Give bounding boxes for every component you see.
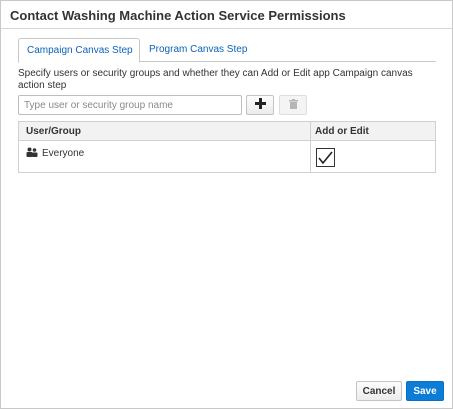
- save-button[interactable]: Save: [406, 381, 444, 401]
- instructions-text: Specify users or security groups and whe…: [18, 68, 413, 91]
- user-group-name: Everyone: [42, 148, 85, 159]
- user-group-search-input[interactable]: [18, 95, 242, 115]
- tab-bar: Campaign Canvas Step Program Canvas Step: [18, 38, 436, 63]
- group-icon: [26, 147, 38, 160]
- add-user-group-button[interactable]: [246, 95, 274, 115]
- cancel-button[interactable]: Cancel: [356, 381, 402, 401]
- table-header: User/Group Add or Edit: [19, 122, 435, 141]
- permissions-dialog: Contact Washing Machine Action Service P…: [0, 0, 453, 409]
- column-header-add-or-edit[interactable]: Add or Edit: [315, 126, 369, 137]
- plus-icon: [254, 98, 266, 112]
- tab-campaign-canvas-step[interactable]: Campaign Canvas Step: [18, 38, 140, 63]
- column-header-user-group[interactable]: User/Group: [26, 126, 81, 137]
- add-or-edit-checkbox[interactable]: [316, 148, 335, 167]
- trash-icon: [288, 98, 298, 112]
- tab-program-canvas-step[interactable]: Program Canvas Step: [141, 38, 271, 62]
- table-row[interactable]: Everyone: [19, 142, 435, 172]
- delete-user-group-button[interactable]: [279, 95, 307, 115]
- permissions-table: User/Group Add or Edit Everyone: [18, 121, 436, 173]
- dialog-titlebar: Contact Washing Machine Action Service P…: [1, 1, 452, 29]
- dialog-title: Contact Washing Machine Action Service P…: [10, 8, 346, 23]
- user-group-cell: Everyone: [26, 147, 84, 160]
- checkmark-icon: [317, 151, 334, 169]
